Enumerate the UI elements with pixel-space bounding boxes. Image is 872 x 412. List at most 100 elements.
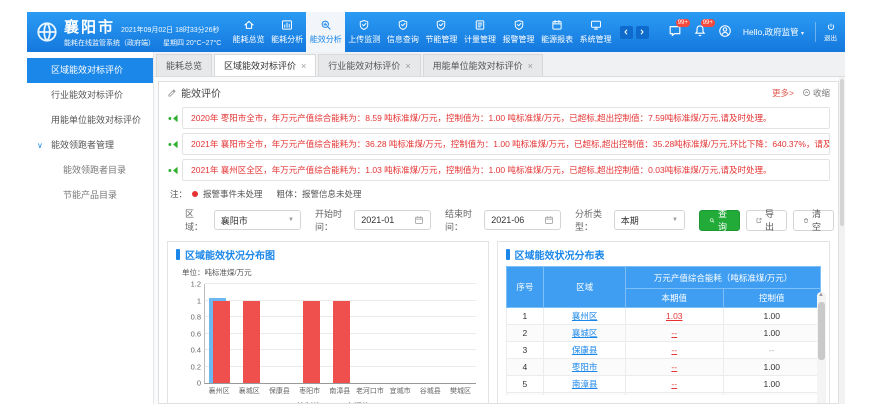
user-greeting[interactable]: Hello,政府监管 ▾ — [743, 26, 804, 38]
x-axis: 襄州区襄城区保康县枣阳市南漳县老河口市宜城市谷城县樊城区 — [204, 386, 476, 396]
current-value-link[interactable]: -- — [671, 379, 677, 389]
sidebar: 区域能效对标评价 行业能效对标评价 用能单位能效对标评价 ∨ 能效领跑者管理 — [27, 52, 154, 404]
table-scrollbar[interactable]: ▲ ▼ — [817, 292, 826, 404]
alert-message: 2020年 枣阳市全市，年万元产值综合能耗为：8.59 吨标准煤/万元，控制值为… — [182, 107, 830, 129]
y-axis-tick: 0 — [179, 379, 201, 388]
calendar-icon — [414, 215, 424, 225]
scroll-up-icon[interactable]: ▲ — [818, 292, 824, 298]
alert-message: 2021年 襄阳市全市，年万元产值综合能耗为：36.28 吨标准煤/万元，控制值… — [182, 133, 830, 155]
system-subtitle: 能耗在线监管系统（政府端） — [64, 38, 155, 48]
current-value-link[interactable]: -- — [671, 362, 677, 372]
legend-swatch — [335, 403, 343, 405]
chevron-right-icon[interactable] — [636, 26, 649, 39]
table-panel: 区域能效状况分布表 序号 区域 万元产值综合能耗（吨标准 — [497, 241, 830, 404]
region-link[interactable]: 襄州区 — [572, 311, 598, 321]
search-chart-icon — [320, 19, 332, 33]
current-value-link[interactable]: 1.03 — [666, 311, 683, 321]
nav-item[interactable]: 节能管理 — [422, 12, 461, 52]
main-scrollbar[interactable] — [839, 77, 845, 404]
query-button[interactable]: 查询 — [699, 210, 740, 231]
region-link[interactable]: 南漳县 — [572, 379, 598, 389]
tab[interactable]: 能耗总览 — [156, 54, 212, 76]
bar-控制值 — [213, 301, 230, 384]
header-actions: 99+ 99+ Hello,政府监管 ▾ 退出 — [654, 12, 845, 52]
tab-bar: 能耗总览 区域能效对标评价 × 行业能效对标评价 × 用能单位能效对 — [154, 52, 845, 77]
tab[interactable]: 用能单位能效对标评价 × — [423, 54, 543, 76]
sidebar-item[interactable]: 行业能效对标评价 — [27, 83, 153, 108]
current-value-link[interactable]: -- — [671, 328, 677, 338]
red-dot-icon — [192, 191, 198, 197]
brand: 襄阳市 2021年09月02日 18时33分26秒 能耗在线监管系统（政府端） … — [27, 12, 229, 52]
user-avatar-icon[interactable] — [718, 24, 732, 40]
alert-sound-icon — [167, 140, 179, 149]
region-link[interactable]: 保康县 — [572, 345, 598, 355]
region-link[interactable]: 枣阳市 — [572, 362, 598, 372]
week-weather: 星期四 20°C~27°C — [163, 38, 221, 48]
row-index: 5 — [506, 376, 544, 393]
nav-item[interactable]: 能效分析 — [306, 12, 345, 52]
app-window: 襄阳市 2021年09月02日 18时33分26秒 能耗在线监管系统（政府端） … — [27, 12, 845, 404]
trash-icon — [803, 216, 809, 225]
x-axis-label: 襄州区 — [204, 386, 234, 396]
city-title: 襄阳市 — [64, 16, 115, 37]
chart-panel: 区域能效状况分布图 单位：吨标准煤/万元 00.20.40.60.811.2 襄… — [167, 241, 489, 404]
tab[interactable]: 行业能效对标评价 × — [318, 54, 420, 76]
collapse-toggle[interactable]: 收缩 — [802, 87, 830, 99]
current-value-link[interactable]: -- — [671, 345, 677, 355]
col-header-region: 区域 — [544, 267, 626, 308]
y-axis-tick: 0.8 — [179, 313, 201, 322]
control-value: 1.00 — [723, 359, 821, 376]
x-axis-label: 老河口市 — [355, 386, 385, 396]
export-button[interactable]: 导出 — [746, 210, 787, 231]
nav-item[interactable]: 报警管理 — [499, 12, 538, 52]
nav-item[interactable]: 上传监测 — [345, 12, 384, 52]
y-axis-tick: 0.6 — [179, 329, 201, 338]
shield-icon — [358, 19, 370, 33]
chart-unit-label: 单位：吨标准煤/万元 — [182, 267, 480, 278]
row-index: 6 — [506, 393, 544, 396]
region-link[interactable]: 襄城区 — [572, 328, 598, 338]
clear-button[interactable]: 清空 — [793, 210, 834, 231]
close-icon[interactable]: × — [301, 61, 306, 71]
sidebar-item[interactable]: 能效领跑者目录 — [27, 158, 153, 183]
nav-item[interactable]: 计量管理 — [461, 12, 500, 52]
message-icon[interactable]: 99+ — [668, 24, 682, 40]
bell-icon[interactable]: 99+ — [693, 24, 707, 40]
x-axis-label: 保康县 — [264, 386, 294, 396]
scrollbar-thumb[interactable] — [818, 302, 825, 360]
tab[interactable]: 区域能效对标评价 × — [214, 54, 316, 76]
chevron-left-icon[interactable] — [620, 26, 633, 39]
table-row: 2 襄城区 -- 1.00 — [506, 325, 820, 342]
close-icon[interactable]: × — [405, 61, 410, 71]
shield-icon — [513, 19, 525, 33]
nav-item[interactable]: 能源报表 — [538, 12, 577, 52]
monitor-icon — [590, 19, 602, 33]
export-icon — [756, 216, 762, 225]
alarm-badge: 99+ — [701, 19, 715, 27]
region-select[interactable]: 襄阳市 ▼ — [214, 210, 301, 230]
bar-控制值 — [243, 301, 260, 384]
sidebar-item[interactable]: 用能单位能效对标评价 — [27, 108, 153, 133]
chevron-down-icon: ∨ — [37, 133, 43, 158]
logout-button[interactable]: 退出 — [815, 22, 837, 42]
close-icon[interactable]: × — [528, 61, 533, 71]
sidebar-item[interactable]: 节能产品目录 — [27, 183, 153, 208]
x-axis-label: 谷城县 — [415, 386, 445, 396]
x-axis-label: 襄城区 — [234, 386, 264, 396]
nav-item[interactable]: 能耗分析 — [268, 12, 307, 52]
sidebar-item[interactable]: ∨ 能效领跑者管理 — [27, 133, 153, 158]
start-date-input[interactable]: 2021-01 — [354, 210, 431, 230]
bar-控制值 — [303, 301, 320, 384]
scrollbar-thumb[interactable] — [840, 79, 844, 226]
end-date-input[interactable]: 2021-06 — [484, 210, 561, 230]
nav-item[interactable]: 信息查询 — [384, 12, 423, 52]
sidebar-item[interactable]: 区域能效对标评价 — [27, 58, 153, 83]
analysis-type-select[interactable]: 本期 ▼ — [614, 210, 685, 230]
chevron-down-icon: ▾ — [801, 31, 804, 37]
nav-item[interactable]: 能耗总览 — [229, 12, 268, 52]
more-link[interactable]: 更多> — [772, 87, 794, 99]
chevron-down-icon: ▼ — [672, 217, 678, 223]
nav-item[interactable]: 系统管理 — [576, 12, 615, 52]
datetime-text: 2021年09月02日 18时33分26秒 — [121, 25, 219, 35]
row-index: 2 — [506, 325, 544, 342]
